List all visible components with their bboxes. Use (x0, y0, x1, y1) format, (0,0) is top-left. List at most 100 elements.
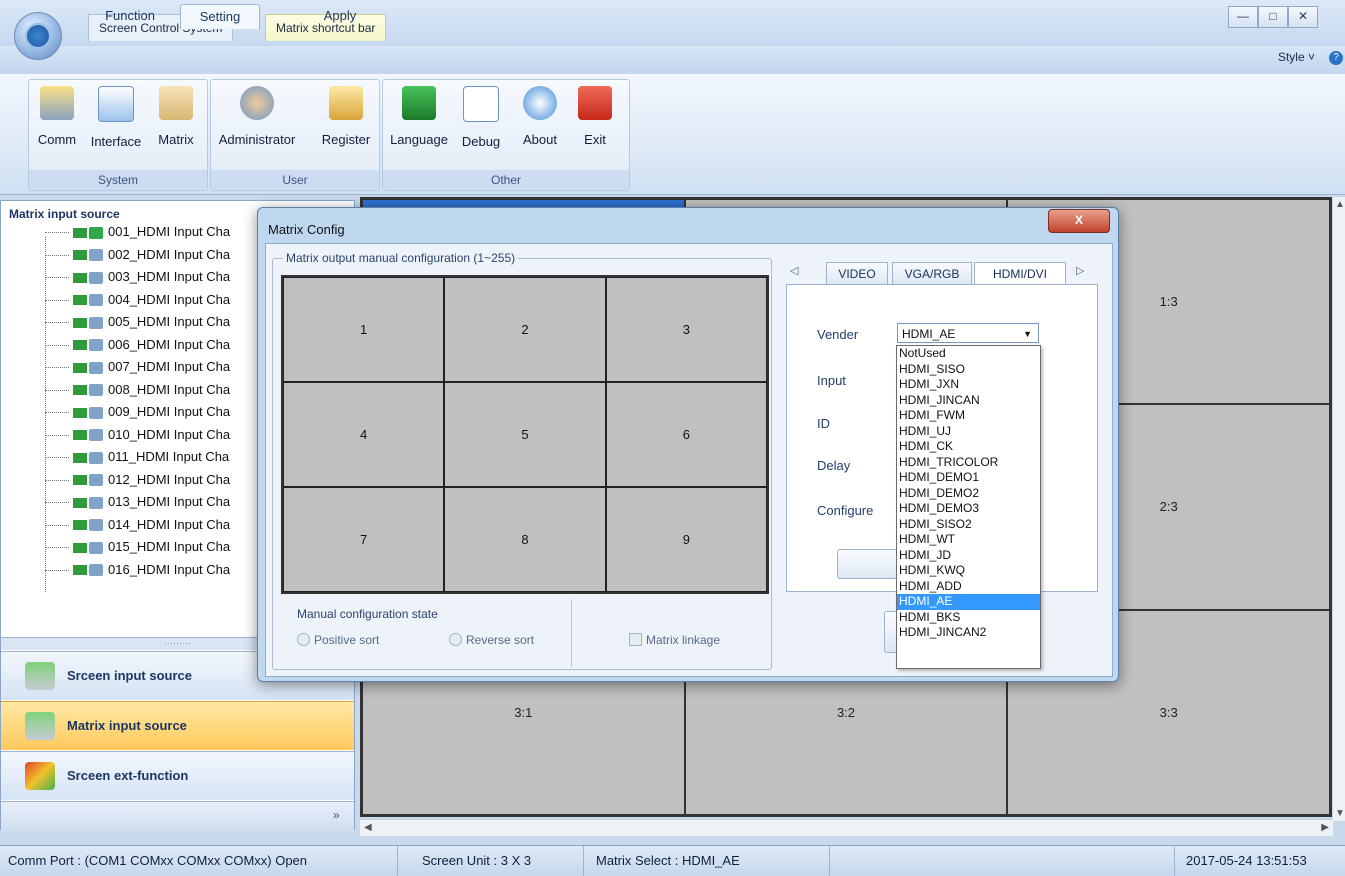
radio-reverse-sort[interactable]: Reverse sort (449, 633, 534, 647)
scroll-left-icon[interactable]: ◀ (364, 822, 372, 833)
app-menu-button[interactable] (14, 12, 62, 60)
minimize-button[interactable]: — (1228, 6, 1258, 28)
tree-item[interactable]: 016_HDMI Input Cha (45, 561, 230, 579)
vender-option[interactable]: HDMI_JINCAN2 (897, 625, 1040, 641)
matrix-output-cell[interactable]: 2 (444, 277, 606, 382)
vender-option[interactable]: HDMI_JXN (897, 377, 1040, 393)
vender-option[interactable]: HDMI_FWM (897, 408, 1040, 424)
ext-function-icon (25, 762, 55, 790)
debug-button[interactable]: Debug (455, 86, 507, 156)
vender-option[interactable]: HDMI_SISO2 (897, 517, 1040, 533)
screen-input-icon (25, 662, 55, 690)
manual-config-fieldset: Matrix output manual configuration (1~25… (272, 251, 772, 670)
interface-button[interactable]: Interface (87, 86, 145, 156)
vender-option[interactable]: HDMI_BKS (897, 610, 1040, 626)
radio-positive-sort[interactable]: Positive sort (297, 633, 379, 647)
fieldset-legend: Matrix output manual configuration (1~25… (283, 251, 519, 265)
tree-item[interactable]: 011_HDMI Input Cha (45, 448, 229, 466)
vender-select[interactable]: HDMI_AE ▼ (897, 323, 1039, 343)
tab-scroll-left-icon[interactable]: ◁ (790, 264, 798, 277)
vender-option[interactable]: HDMI_DEMO1 (897, 470, 1040, 486)
dialog-close-button[interactable]: X (1048, 209, 1110, 233)
tree-item[interactable]: 007_HDMI Input Cha (45, 358, 230, 376)
matrix-button[interactable]: Matrix (153, 86, 199, 156)
matrix-output-cell[interactable]: 4 (283, 382, 445, 487)
tab-video[interactable]: VIDEO (826, 262, 888, 285)
tree-item[interactable]: 006_HDMI Input Cha (45, 336, 230, 354)
scroll-up-icon[interactable]: ▲ (1335, 199, 1345, 210)
scroll-right-icon[interactable]: ▶ (1321, 822, 1329, 833)
link-icon (89, 316, 103, 329)
status-screen-unit: Screen Unit : 3 X 3 (398, 846, 584, 876)
tree-item[interactable]: 004_HDMI Input Cha (45, 291, 230, 309)
matrix-input-icon (25, 712, 55, 740)
vender-option[interactable]: HDMI_TRICOLOR (897, 455, 1040, 471)
tree-item[interactable]: 001_HDMI Input Cha (45, 223, 230, 241)
vender-option[interactable]: HDMI_JINCAN (897, 393, 1040, 409)
matrix-output-cell[interactable]: 6 (605, 382, 767, 487)
tree-branch (45, 524, 69, 526)
about-button[interactable]: About (515, 86, 565, 156)
comm-icon (40, 86, 74, 120)
label-delay: Delay (817, 458, 851, 473)
vender-option[interactable]: HDMI_WT (897, 532, 1040, 548)
vender-option[interactable]: HDMI_DEMO3 (897, 501, 1040, 517)
style-menu[interactable]: Style ˅ (1278, 50, 1315, 64)
matrix-output-cell[interactable]: 9 (605, 487, 767, 592)
vender-option[interactable]: HDMI_JD (897, 548, 1040, 564)
tree-item[interactable]: 008_HDMI Input Cha (45, 381, 230, 399)
horizontal-scrollbar[interactable]: ◀ ▶ (360, 819, 1333, 836)
matrix-output-cell[interactable]: 8 (444, 487, 606, 592)
language-button[interactable]: Language (389, 86, 449, 156)
vender-option[interactable]: HDMI_AE (897, 594, 1040, 610)
vender-option[interactable]: NotUsed (897, 346, 1040, 362)
register-button[interactable]: Register (317, 86, 375, 156)
close-button[interactable]: ✕ (1288, 6, 1318, 28)
tree-item[interactable]: 014_HDMI Input Cha (45, 516, 230, 534)
vender-option[interactable]: HDMI_SISO (897, 362, 1040, 378)
tab-scroll-right-icon[interactable]: ▷ (1076, 264, 1084, 277)
nav-screen-ext-function[interactable]: Srceen ext-function (1, 751, 354, 800)
tree-item[interactable]: 009_HDMI Input Cha (45, 403, 230, 421)
tree-branch (45, 547, 69, 549)
status-comm-port: Comm Port : (COM1 COMxx COMxx COMxx) Ope… (0, 846, 398, 876)
tab-function[interactable]: Function (90, 4, 170, 28)
link-icon (89, 519, 103, 532)
tab-apply[interactable]: Apply (300, 4, 380, 28)
hdmi-port-icon (73, 295, 87, 306)
link-icon (89, 249, 103, 262)
maximize-button[interactable]: □ (1258, 6, 1288, 28)
vertical-scrollbar[interactable]: ▲ ▼ (1333, 197, 1345, 821)
tab-hdmi-dvi[interactable]: HDMI/DVI (974, 262, 1066, 285)
nav-matrix-input-source[interactable]: Matrix input source (1, 701, 354, 750)
hdmi-port-icon (73, 362, 87, 373)
tree-item[interactable]: 010_HDMI Input Cha (45, 426, 230, 444)
scroll-down-icon[interactable]: ▼ (1335, 808, 1345, 819)
administrator-button[interactable]: Administrator (215, 86, 299, 156)
tree-item[interactable]: 003_HDMI Input Cha (45, 268, 230, 286)
tree-item[interactable]: 013_HDMI Input Cha (45, 493, 230, 511)
state-title: Manual configuration state (297, 607, 438, 621)
matrix-output-cell[interactable]: 1 (283, 277, 445, 382)
vender-option[interactable]: HDMI_DEMO2 (897, 486, 1040, 502)
tree-item[interactable]: 005_HDMI Input Cha (45, 313, 230, 331)
link-icon (89, 406, 103, 419)
exit-button[interactable]: Exit (573, 86, 617, 156)
tree-item[interactable]: 012_HDMI Input Cha (45, 471, 230, 489)
matrix-output-cell[interactable]: 3 (605, 277, 767, 382)
matrix-output-cell[interactable]: 5 (444, 382, 606, 487)
matrix-linkage-checkbox[interactable]: Matrix linkage (629, 633, 720, 647)
tree-item[interactable]: 002_HDMI Input Cha (45, 246, 230, 264)
comm-button[interactable]: Comm (35, 86, 79, 156)
vender-option[interactable]: HDMI_KWQ (897, 563, 1040, 579)
help-icon[interactable]: ? (1329, 51, 1343, 65)
vender-option[interactable]: HDMI_CK (897, 439, 1040, 455)
tree-item[interactable]: 015_HDMI Input Cha (45, 538, 230, 556)
configure-button[interactable] (837, 549, 899, 579)
matrix-output-cell[interactable]: 7 (283, 487, 445, 592)
tab-setting[interactable]: Setting (180, 4, 260, 29)
vender-option[interactable]: HDMI_ADD (897, 579, 1040, 595)
tab-vga-rgb[interactable]: VGA/RGB (892, 262, 972, 285)
vender-option[interactable]: HDMI_UJ (897, 424, 1040, 440)
nav-more-button[interactable]: » (333, 808, 340, 822)
